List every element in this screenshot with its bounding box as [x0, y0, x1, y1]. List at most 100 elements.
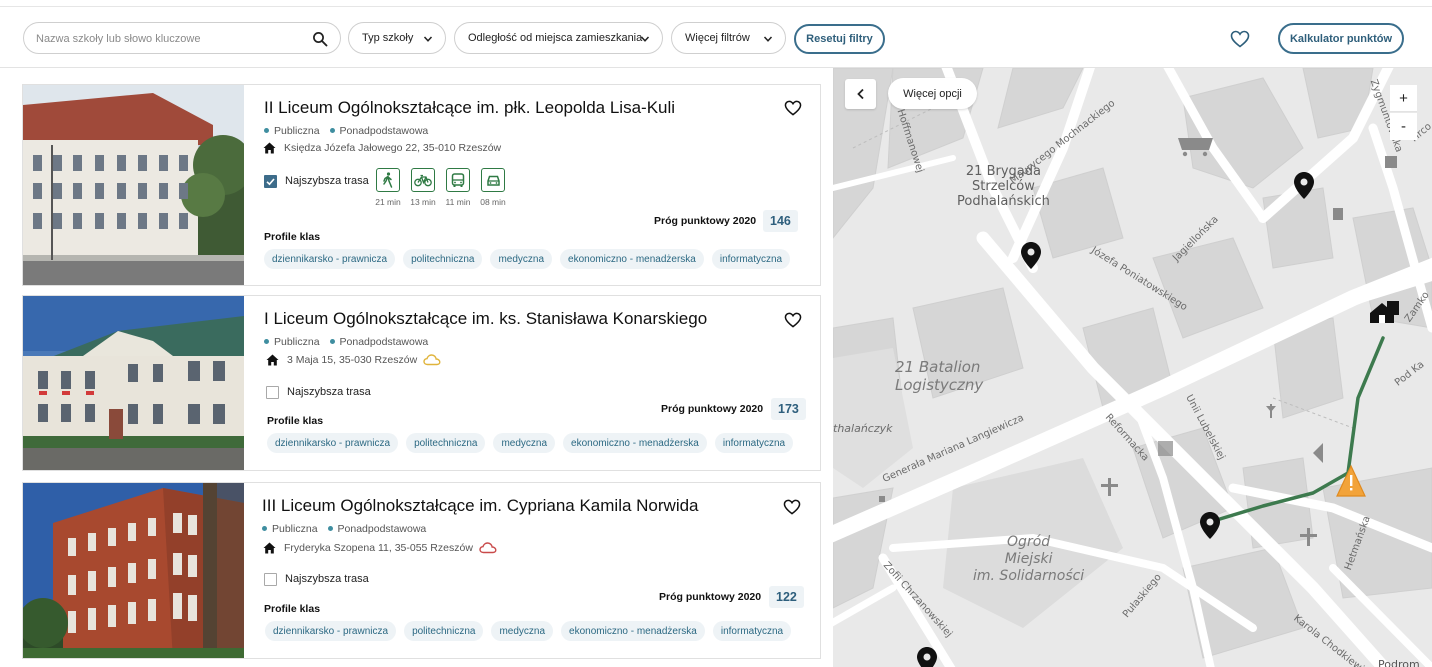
school-level: Ponadpodstawowa: [329, 125, 428, 137]
profile-tag[interactable]: politechniczna: [404, 621, 484, 641]
home-icon: [266, 354, 279, 366]
fastest-route-checkbox[interactable]: [264, 573, 277, 586]
profile-tag[interactable]: medyczna: [491, 621, 554, 641]
profile-tag[interactable]: dziennikarsko - prawnicza: [264, 249, 396, 269]
fastest-route-label: Najszybsza trasa: [285, 175, 369, 187]
bus-mode-button[interactable]: [446, 168, 470, 192]
more-filters-dropdown[interactable]: Więcej filtrów: [671, 22, 786, 54]
profiles-heading: Profile klas: [264, 231, 321, 243]
check-icon: [266, 178, 275, 186]
fastest-route-checkbox[interactable]: [266, 386, 279, 399]
bus-icon: [451, 172, 465, 187]
map-label-thalanczyk: thalańczyk: [833, 422, 893, 435]
favorite-heart-icon[interactable]: [784, 312, 802, 328]
threshold-label: Próg punktowy 2020: [659, 591, 762, 603]
reset-filters-button[interactable]: Resetuj filtry: [794, 24, 885, 54]
car-time: 08 min: [480, 197, 506, 207]
profile-tag[interactable]: dziennikarsko - prawnicza: [265, 621, 397, 641]
more-filters-label: Więcej filtrów: [685, 32, 750, 44]
fastest-route-checkbox[interactable]: [264, 175, 277, 188]
profiles-heading: Profile klas: [267, 415, 324, 427]
distance-dropdown[interactable]: Odległość od miejsca zamieszkania: [454, 22, 663, 54]
profiles-heading: Profile klas: [264, 603, 321, 615]
walk-time: 21 min: [375, 197, 401, 207]
profile-tag[interactable]: medyczna: [493, 433, 556, 453]
profile-tag[interactable]: informatyczna: [711, 249, 791, 269]
map-label-ogrod: Ogród Miejski im. Solidarności: [973, 534, 1085, 584]
search-input[interactable]: [36, 29, 306, 49]
school-kind: Publiczna: [264, 336, 320, 348]
school-kind: Publiczna: [264, 125, 320, 137]
distance-label: Odległość od miejsca zamieszkania: [468, 32, 643, 44]
chevron-down-icon: [423, 36, 433, 42]
profile-tag[interactable]: medyczna: [490, 249, 553, 269]
map[interactable]: 21 Brygada Strzelców Podhalańskich 21 Bata…: [833, 68, 1432, 667]
home-icon: [263, 142, 276, 154]
profile-tag[interactable]: informatyczna: [714, 433, 794, 453]
filter-bar: Typ szkoły Odległość od miejsca zamieszk…: [0, 7, 1432, 68]
school-address: 3 Maja 15, 35-030 Rzeszów: [266, 354, 441, 366]
school-address: Księdza Józefa Jałowego 22, 35-010 Rzesz…: [263, 142, 501, 154]
walk-icon: [383, 172, 393, 188]
threshold-value: 173: [771, 398, 806, 420]
profile-tag[interactable]: ekonomiczno - menadżerska: [560, 249, 704, 269]
school-name[interactable]: III Liceum Ogólnokształcące im. Cypriana…: [262, 496, 699, 516]
search-icon[interactable]: [312, 31, 328, 47]
search-box[interactable]: [23, 22, 341, 54]
zoom-out-button[interactable]: -: [1390, 113, 1417, 140]
zoom-in-button[interactable]: +: [1390, 85, 1417, 112]
school-photo: [23, 483, 244, 658]
favorites-heart-icon[interactable]: [1230, 30, 1250, 48]
school-card[interactable]: II Liceum Ogólnokształcące im. płk. Leop…: [22, 84, 821, 286]
favorite-heart-icon[interactable]: [783, 499, 801, 515]
school-address: Fryderyka Szopena 11, 35-055 Rzeszów: [263, 542, 497, 554]
school-name[interactable]: II Liceum Ogólnokształcące im. płk. Leop…: [264, 98, 675, 118]
profile-tags: dziennikarsko - prawnicza politechniczna…: [267, 433, 794, 453]
school-photo: [23, 85, 244, 285]
walk-mode-button[interactable]: [376, 168, 400, 192]
points-calculator-button[interactable]: Kalkulator punktów: [1278, 23, 1404, 54]
car-mode-button[interactable]: [481, 168, 505, 192]
school-meta: Publiczna Ponadpodstawowa: [264, 336, 428, 348]
top-border: [0, 0, 1432, 7]
map-label-batalion: 21 Batalion Logistyczny: [895, 358, 984, 394]
bus-time: 11 min: [445, 197, 471, 207]
favorite-heart-icon[interactable]: [784, 100, 802, 116]
school-photo: [23, 296, 244, 470]
street-label: Podrom: [1378, 658, 1420, 667]
bike-icon: [414, 174, 432, 187]
school-card[interactable]: I Liceum Ogólnokształcące im. ks. Stanis…: [22, 295, 821, 471]
school-kind: Publiczna: [262, 523, 318, 535]
chevron-down-icon: [640, 36, 650, 42]
school-type-label: Typ szkoły: [362, 32, 414, 44]
profile-tag[interactable]: politechniczna: [403, 249, 483, 269]
profile-tag[interactable]: ekonomiczno - menadżerska: [563, 433, 707, 453]
home-icon: [263, 542, 276, 554]
school-name[interactable]: I Liceum Ogólnokształcące im. ks. Stanis…: [264, 309, 707, 329]
threshold-label: Próg punktowy 2020: [654, 215, 757, 227]
school-type-dropdown[interactable]: Typ szkoły: [348, 22, 446, 54]
school-level: Ponadpodstawowa: [329, 336, 428, 348]
fastest-route-label: Najszybsza trasa: [285, 573, 369, 585]
school-level: Ponadpodstawowa: [327, 523, 426, 535]
threshold-value: 122: [769, 586, 804, 608]
school-meta: Publiczna Ponadpodstawowa: [264, 125, 428, 137]
profile-tag[interactable]: ekonomiczno - menadżerska: [561, 621, 705, 641]
chevron-down-icon: [763, 36, 773, 42]
profile-tag[interactable]: politechniczna: [406, 433, 486, 453]
school-card[interactable]: III Liceum Ogólnokształcące im. Cypriana…: [22, 482, 821, 659]
fastest-route-label: Najszybsza trasa: [287, 386, 371, 398]
air-quality-cloud-icon: [479, 542, 497, 554]
profile-tag[interactable]: informatyczna: [712, 621, 792, 641]
profile-tags: dziennikarsko - prawnicza politechniczna…: [265, 621, 792, 641]
profile-tag[interactable]: dziennikarsko - prawnicza: [267, 433, 399, 453]
more-options-button[interactable]: Więcej opcji: [888, 78, 977, 109]
bike-mode-button[interactable]: [411, 168, 435, 192]
profile-tags: dziennikarsko - prawnicza politechniczna…: [264, 249, 791, 269]
school-meta: Publiczna Ponadpodstawowa: [262, 523, 426, 535]
bike-time: 13 min: [410, 197, 436, 207]
air-quality-cloud-icon: [423, 354, 441, 366]
chevron-left-icon: [856, 88, 864, 100]
threshold-label: Próg punktowy 2020: [661, 403, 764, 415]
map-collapse-button[interactable]: [845, 79, 876, 109]
